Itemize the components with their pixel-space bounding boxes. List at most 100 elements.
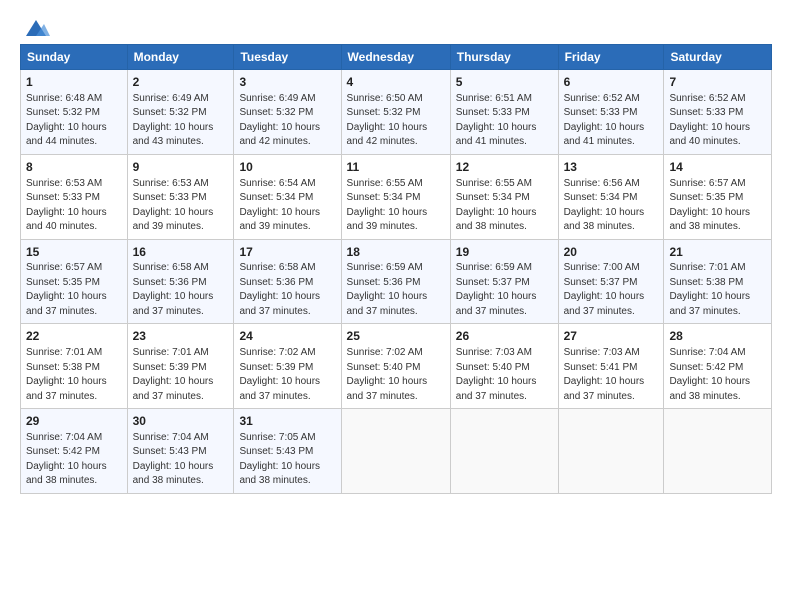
- day-number: 2: [133, 74, 229, 91]
- day-content: Sunrise: 6:58 AM Sunset: 5:36 PM Dayligh…: [239, 261, 335, 319]
- calendar-cell: 26Sunrise: 7:03 AM Sunset: 5:40 PM Dayli…: [450, 324, 558, 409]
- day-header-monday: Monday: [127, 45, 234, 70]
- calendar-cell: 17Sunrise: 6:58 AM Sunset: 5:36 PM Dayli…: [234, 239, 341, 324]
- page: SundayMondayTuesdayWednesdayThursdayFrid…: [0, 0, 792, 504]
- day-content: Sunrise: 6:59 AM Sunset: 5:37 PM Dayligh…: [456, 261, 553, 319]
- day-number: 13: [564, 159, 659, 176]
- calendar-cell: 12Sunrise: 6:55 AM Sunset: 5:34 PM Dayli…: [450, 154, 558, 239]
- day-content: Sunrise: 6:56 AM Sunset: 5:34 PM Dayligh…: [564, 177, 659, 235]
- calendar-cell: 3Sunrise: 6:49 AM Sunset: 5:32 PM Daylig…: [234, 70, 341, 155]
- day-content: Sunrise: 7:04 AM Sunset: 5:42 PM Dayligh…: [669, 346, 766, 404]
- day-header-thursday: Thursday: [450, 45, 558, 70]
- day-number: 14: [669, 159, 766, 176]
- day-content: Sunrise: 6:57 AM Sunset: 5:35 PM Dayligh…: [669, 177, 766, 235]
- day-content: Sunrise: 6:53 AM Sunset: 5:33 PM Dayligh…: [133, 177, 229, 235]
- calendar-cell: 14Sunrise: 6:57 AM Sunset: 5:35 PM Dayli…: [664, 154, 772, 239]
- day-content: Sunrise: 7:01 AM Sunset: 5:38 PM Dayligh…: [669, 261, 766, 319]
- day-content: Sunrise: 7:03 AM Sunset: 5:41 PM Dayligh…: [564, 346, 659, 404]
- logo-icon: [22, 18, 50, 38]
- day-content: Sunrise: 6:55 AM Sunset: 5:34 PM Dayligh…: [456, 177, 553, 235]
- calendar-cell: [664, 409, 772, 494]
- day-number: 12: [456, 159, 553, 176]
- day-content: Sunrise: 6:57 AM Sunset: 5:35 PM Dayligh…: [26, 261, 122, 319]
- day-header-tuesday: Tuesday: [234, 45, 341, 70]
- calendar-cell: 10Sunrise: 6:54 AM Sunset: 5:34 PM Dayli…: [234, 154, 341, 239]
- calendar-week-4: 22Sunrise: 7:01 AM Sunset: 5:38 PM Dayli…: [21, 324, 772, 409]
- day-content: Sunrise: 6:51 AM Sunset: 5:33 PM Dayligh…: [456, 92, 553, 150]
- day-number: 23: [133, 328, 229, 345]
- calendar-cell: 25Sunrise: 7:02 AM Sunset: 5:40 PM Dayli…: [341, 324, 450, 409]
- calendar-cell: 31Sunrise: 7:05 AM Sunset: 5:43 PM Dayli…: [234, 409, 341, 494]
- day-content: Sunrise: 6:58 AM Sunset: 5:36 PM Dayligh…: [133, 261, 229, 319]
- day-number: 18: [347, 244, 445, 261]
- day-number: 7: [669, 74, 766, 91]
- day-content: Sunrise: 7:04 AM Sunset: 5:42 PM Dayligh…: [26, 431, 122, 489]
- day-content: Sunrise: 6:54 AM Sunset: 5:34 PM Dayligh…: [239, 177, 335, 235]
- day-number: 6: [564, 74, 659, 91]
- day-number: 20: [564, 244, 659, 261]
- calendar-cell: 7Sunrise: 6:52 AM Sunset: 5:33 PM Daylig…: [664, 70, 772, 155]
- day-number: 21: [669, 244, 766, 261]
- calendar-cell: [558, 409, 664, 494]
- day-header-friday: Friday: [558, 45, 664, 70]
- calendar-week-3: 15Sunrise: 6:57 AM Sunset: 5:35 PM Dayli…: [21, 239, 772, 324]
- calendar-cell: 19Sunrise: 6:59 AM Sunset: 5:37 PM Dayli…: [450, 239, 558, 324]
- day-number: 17: [239, 244, 335, 261]
- day-number: 1: [26, 74, 122, 91]
- day-content: Sunrise: 6:49 AM Sunset: 5:32 PM Dayligh…: [133, 92, 229, 150]
- day-content: Sunrise: 6:53 AM Sunset: 5:33 PM Dayligh…: [26, 177, 122, 235]
- day-content: Sunrise: 7:03 AM Sunset: 5:40 PM Dayligh…: [456, 346, 553, 404]
- day-number: 27: [564, 328, 659, 345]
- calendar-cell: 30Sunrise: 7:04 AM Sunset: 5:43 PM Dayli…: [127, 409, 234, 494]
- calendar-cell: 20Sunrise: 7:00 AM Sunset: 5:37 PM Dayli…: [558, 239, 664, 324]
- day-content: Sunrise: 7:02 AM Sunset: 5:39 PM Dayligh…: [239, 346, 335, 404]
- day-number: 3: [239, 74, 335, 91]
- day-number: 16: [133, 244, 229, 261]
- day-content: Sunrise: 7:04 AM Sunset: 5:43 PM Dayligh…: [133, 431, 229, 489]
- header: [20, 18, 772, 38]
- calendar-cell: 18Sunrise: 6:59 AM Sunset: 5:36 PM Dayli…: [341, 239, 450, 324]
- calendar-week-2: 8Sunrise: 6:53 AM Sunset: 5:33 PM Daylig…: [21, 154, 772, 239]
- day-content: Sunrise: 6:48 AM Sunset: 5:32 PM Dayligh…: [26, 92, 122, 150]
- calendar-cell: 22Sunrise: 7:01 AM Sunset: 5:38 PM Dayli…: [21, 324, 128, 409]
- calendar-week-1: 1Sunrise: 6:48 AM Sunset: 5:32 PM Daylig…: [21, 70, 772, 155]
- calendar-week-5: 29Sunrise: 7:04 AM Sunset: 5:42 PM Dayli…: [21, 409, 772, 494]
- calendar-cell: 9Sunrise: 6:53 AM Sunset: 5:33 PM Daylig…: [127, 154, 234, 239]
- day-header-saturday: Saturday: [664, 45, 772, 70]
- calendar-cell: 4Sunrise: 6:50 AM Sunset: 5:32 PM Daylig…: [341, 70, 450, 155]
- day-content: Sunrise: 6:49 AM Sunset: 5:32 PM Dayligh…: [239, 92, 335, 150]
- day-content: Sunrise: 7:05 AM Sunset: 5:43 PM Dayligh…: [239, 431, 335, 489]
- calendar-cell: [450, 409, 558, 494]
- calendar-cell: 23Sunrise: 7:01 AM Sunset: 5:39 PM Dayli…: [127, 324, 234, 409]
- day-number: 26: [456, 328, 553, 345]
- calendar-cell: 5Sunrise: 6:51 AM Sunset: 5:33 PM Daylig…: [450, 70, 558, 155]
- day-number: 4: [347, 74, 445, 91]
- day-number: 9: [133, 159, 229, 176]
- calendar-cell: 2Sunrise: 6:49 AM Sunset: 5:32 PM Daylig…: [127, 70, 234, 155]
- day-content: Sunrise: 7:02 AM Sunset: 5:40 PM Dayligh…: [347, 346, 445, 404]
- calendar-cell: 11Sunrise: 6:55 AM Sunset: 5:34 PM Dayli…: [341, 154, 450, 239]
- day-content: Sunrise: 6:52 AM Sunset: 5:33 PM Dayligh…: [564, 92, 659, 150]
- calendar-cell: [341, 409, 450, 494]
- day-number: 8: [26, 159, 122, 176]
- day-content: Sunrise: 6:59 AM Sunset: 5:36 PM Dayligh…: [347, 261, 445, 319]
- day-number: 19: [456, 244, 553, 261]
- calendar-cell: 15Sunrise: 6:57 AM Sunset: 5:35 PM Dayli…: [21, 239, 128, 324]
- calendar: SundayMondayTuesdayWednesdayThursdayFrid…: [20, 44, 772, 494]
- day-content: Sunrise: 7:01 AM Sunset: 5:38 PM Dayligh…: [26, 346, 122, 404]
- day-number: 11: [347, 159, 445, 176]
- day-header-wednesday: Wednesday: [341, 45, 450, 70]
- calendar-cell: 24Sunrise: 7:02 AM Sunset: 5:39 PM Dayli…: [234, 324, 341, 409]
- day-number: 30: [133, 413, 229, 430]
- day-content: Sunrise: 7:00 AM Sunset: 5:37 PM Dayligh…: [564, 261, 659, 319]
- day-header-sunday: Sunday: [21, 45, 128, 70]
- calendar-cell: 29Sunrise: 7:04 AM Sunset: 5:42 PM Dayli…: [21, 409, 128, 494]
- day-content: Sunrise: 6:55 AM Sunset: 5:34 PM Dayligh…: [347, 177, 445, 235]
- day-content: Sunrise: 7:01 AM Sunset: 5:39 PM Dayligh…: [133, 346, 229, 404]
- calendar-cell: 21Sunrise: 7:01 AM Sunset: 5:38 PM Dayli…: [664, 239, 772, 324]
- day-number: 5: [456, 74, 553, 91]
- day-number: 28: [669, 328, 766, 345]
- day-number: 25: [347, 328, 445, 345]
- day-content: Sunrise: 6:52 AM Sunset: 5:33 PM Dayligh…: [669, 92, 766, 150]
- day-number: 22: [26, 328, 122, 345]
